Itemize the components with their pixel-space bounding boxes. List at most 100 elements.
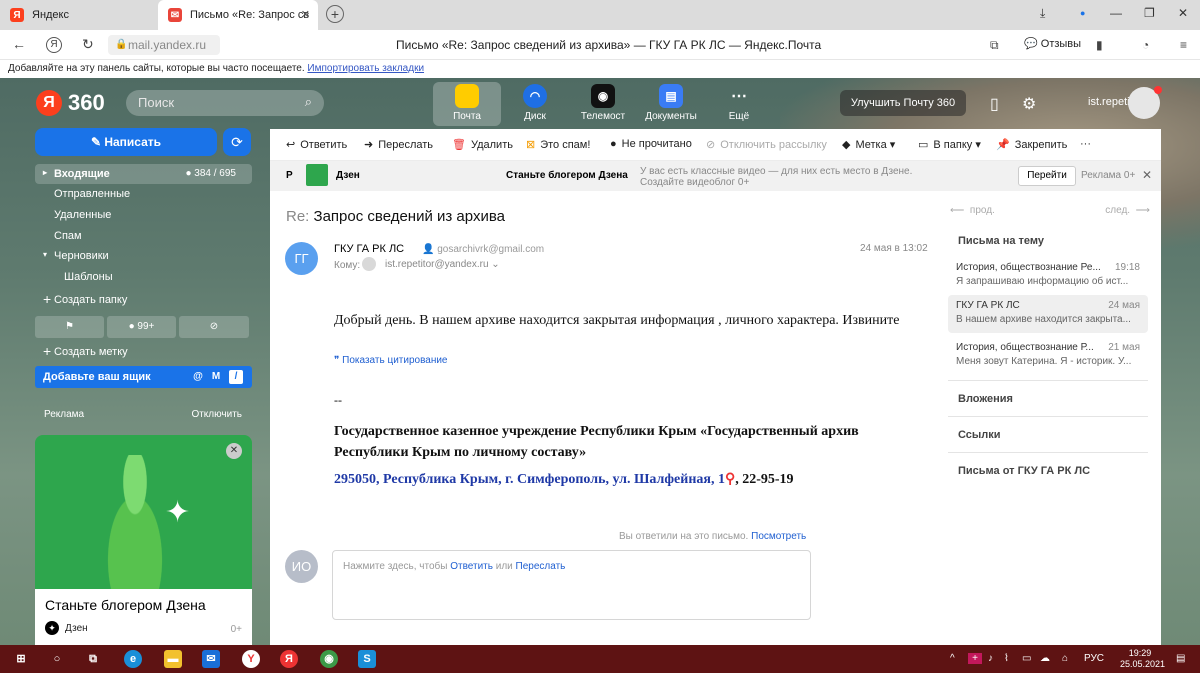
folder-spam[interactable]: Спам [35, 226, 252, 246]
import-bookmarks-link[interactable]: Импортировать закладки [307, 63, 424, 74]
system-clock[interactable]: 19:29 25.05.2021 [1120, 648, 1165, 670]
unread-filter[interactable]: ● 99+ [107, 316, 176, 338]
promo-banner[interactable]: Р Дзен Станьте блогером Дзена У вас есть… [270, 161, 1161, 191]
spam-button[interactable]: ⊠ Это спам! [526, 138, 590, 152]
prev-message-button[interactable]: ⟵ прод. [950, 205, 995, 216]
collapse-arrow-icon[interactable]: ▾ [43, 250, 47, 259]
promo-go-button[interactable]: Перейти [1018, 166, 1076, 186]
ad-card[interactable]: ✦ ✕ Станьте блогером Дзена ✦ Дзен 0+ [35, 435, 252, 645]
yandex-360-logo[interactable]: Я 360 [36, 90, 105, 116]
create-folder-button[interactable]: + Создать папку [35, 290, 252, 310]
reload-icon[interactable]: ↻ [82, 36, 94, 53]
service-mail[interactable]: Почта [433, 82, 501, 126]
links-section[interactable]: Ссылки [948, 416, 1148, 450]
tab-mail[interactable]: ✉ Письмо «Re: Запрос св ✕ [158, 0, 318, 30]
expand-arrow-icon[interactable]: ▸ [43, 168, 47, 177]
tray-app-icon[interactable]: + [968, 653, 982, 664]
yandex-button-icon[interactable]: Я [46, 37, 62, 53]
next-message-button[interactable]: след. ⟶ [1105, 205, 1150, 216]
recipient-email[interactable]: ist.repetitor@yandex.ru ⌄ [385, 259, 500, 270]
tab-yandex[interactable]: Я Яндекс [0, 0, 155, 30]
search-circle-icon[interactable]: ○ [48, 650, 66, 668]
folder-deleted[interactable]: Удаленные [35, 205, 252, 225]
close-promo-icon[interactable]: ✕ [1142, 168, 1152, 182]
service-more[interactable]: ⋯ Ещё [705, 82, 773, 126]
forward-button[interactable]: ➜ Переслать [364, 138, 433, 152]
bluetooth-icon[interactable]: ♪ [988, 653, 993, 664]
yandex-browser-icon[interactable]: Y [242, 650, 260, 668]
mark-unread-button[interactable]: ● Не прочитано [610, 138, 692, 150]
flag-filter[interactable]: ⚑ [35, 316, 104, 338]
network-icon[interactable]: ⌂ [1062, 653, 1068, 664]
folder-drafts[interactable]: ▾ Черновики [35, 246, 252, 266]
service-telemost[interactable]: ◉ Телемост [569, 82, 637, 126]
sender-avatar[interactable]: ГГ [285, 242, 318, 275]
wifi-icon[interactable]: ⌇ [1004, 653, 1009, 664]
minimize-icon[interactable]: — [1110, 6, 1122, 20]
downloads-icon[interactable]: ⤓ [1040, 6, 1045, 21]
search-input[interactable]: Поиск ⌕ [126, 90, 324, 116]
bookmark-icon[interactable]: ▮ [1096, 38, 1103, 52]
ads-off-button[interactable]: Отключить [191, 409, 242, 420]
show-quote-link[interactable]: ❞ Показать цитирование [334, 355, 448, 366]
back-icon[interactable]: ← [12, 36, 26, 52]
close-ad-icon[interactable]: ✕ [226, 443, 242, 459]
add-mailbox-button[interactable]: Добавьте ваш ящик @ M / [35, 366, 252, 388]
reply-button[interactable]: ↩ Ответить [286, 138, 347, 152]
delete-button[interactable]: 🗑 Удалить [452, 138, 513, 152]
folder-inbox[interactable]: ▸ Входящие ● 384 / 695 [35, 164, 252, 184]
attachment-filter[interactable]: ⊘ [179, 316, 249, 338]
quick-reply-box[interactable]: Нажмите здесь, чтобы Ответить или Пересл… [332, 550, 811, 620]
attachments-section[interactable]: Вложения [948, 380, 1148, 414]
avatar[interactable] [1128, 86, 1162, 119]
notifications-icon[interactable]: ▤ [1176, 653, 1185, 664]
compose-button[interactable]: ✎ Написать [35, 128, 217, 156]
from-sender-section[interactable]: Письма от ГКУ ГА РК ЛС [948, 452, 1148, 486]
upgrade-button[interactable]: Улучшить Почту 360 [840, 90, 966, 116]
language-indicator[interactable]: РУС [1084, 653, 1104, 664]
folder-templates[interactable]: Шаблоны [35, 267, 252, 287]
folder-sent[interactable]: Отправленные [35, 184, 252, 204]
quick-forward-link[interactable]: Переслать [516, 561, 566, 572]
thread-item[interactable]: История, обществознание Р... 21 мая Меня… [948, 337, 1148, 375]
settings-gear-icon[interactable]: ⚙ [1022, 94, 1036, 114]
address-link[interactable]: 295050, Республика Крым, г. Симферополь,… [334, 472, 725, 487]
close-tab-icon[interactable]: ✕ [301, 8, 310, 21]
label-button[interactable]: ◆ Метка ▾ [842, 138, 895, 152]
tray-chevron-icon[interactable]: ^ [950, 653, 955, 664]
task-view-icon[interactable]: ⧉ [84, 650, 102, 668]
cloud-icon[interactable]: ☁ [1040, 653, 1050, 664]
map-pin-icon[interactable]: ⚲ [725, 472, 735, 487]
yandex-icon[interactable]: Я [280, 650, 298, 668]
refresh-button[interactable]: ⟳ [223, 128, 251, 156]
windows-start-icon[interactable]: ⊞ [12, 650, 30, 668]
phone-icon[interactable]: ▯ [990, 94, 999, 114]
extensions-icon[interactable]: ⧉ [990, 38, 999, 53]
unsubscribe-button[interactable]: ⊘ Отключить рассылку [706, 138, 827, 152]
menu-icon[interactable]: ≡ [1180, 38, 1187, 52]
sender-name[interactable]: ГКУ ГА РК ЛС [334, 243, 404, 255]
quick-reply-link[interactable]: Ответить [450, 561, 493, 572]
close-window-icon[interactable]: ✕ [1178, 6, 1188, 20]
battery-icon[interactable]: ▭ [1022, 653, 1031, 664]
create-label-button[interactable]: + Создать метку [35, 342, 252, 362]
pin-button[interactable]: 📌 Закрепить [996, 138, 1067, 152]
maximize-icon[interactable]: ❐ [1144, 6, 1155, 20]
skype-icon[interactable]: S [358, 650, 376, 668]
move-to-folder-button[interactable]: ▭ В папку ▾ [918, 138, 981, 152]
url-field[interactable]: 🔒 mail.yandex.ru [108, 35, 220, 55]
reviews-button[interactable]: 💬 Отзывы [1024, 37, 1081, 50]
thread-item[interactable]: История, обществознание Ре... 19:18 Я за… [948, 257, 1148, 295]
new-tab-button[interactable]: + [326, 5, 344, 23]
more-actions-button[interactable]: ··· [1080, 138, 1091, 150]
chrome-icon[interactable]: ◉ [320, 650, 338, 668]
view-reply-link[interactable]: Посмотреть [751, 531, 806, 542]
mail-app-icon[interactable]: ✉ [202, 650, 220, 668]
service-disk[interactable]: ◠ Диск [501, 82, 569, 126]
ad-title: Станьте блогером Дзена [45, 597, 206, 613]
file-explorer-icon[interactable]: ▬ [164, 650, 182, 668]
thread-item[interactable]: ГКУ ГА РК ЛС 24 мая В нашем архиве наход… [948, 295, 1148, 333]
edge-icon[interactable]: e [124, 650, 142, 668]
alice-icon[interactable]: ◔ [1142, 38, 1149, 52]
service-documents[interactable]: ▤ Документы [637, 82, 705, 126]
